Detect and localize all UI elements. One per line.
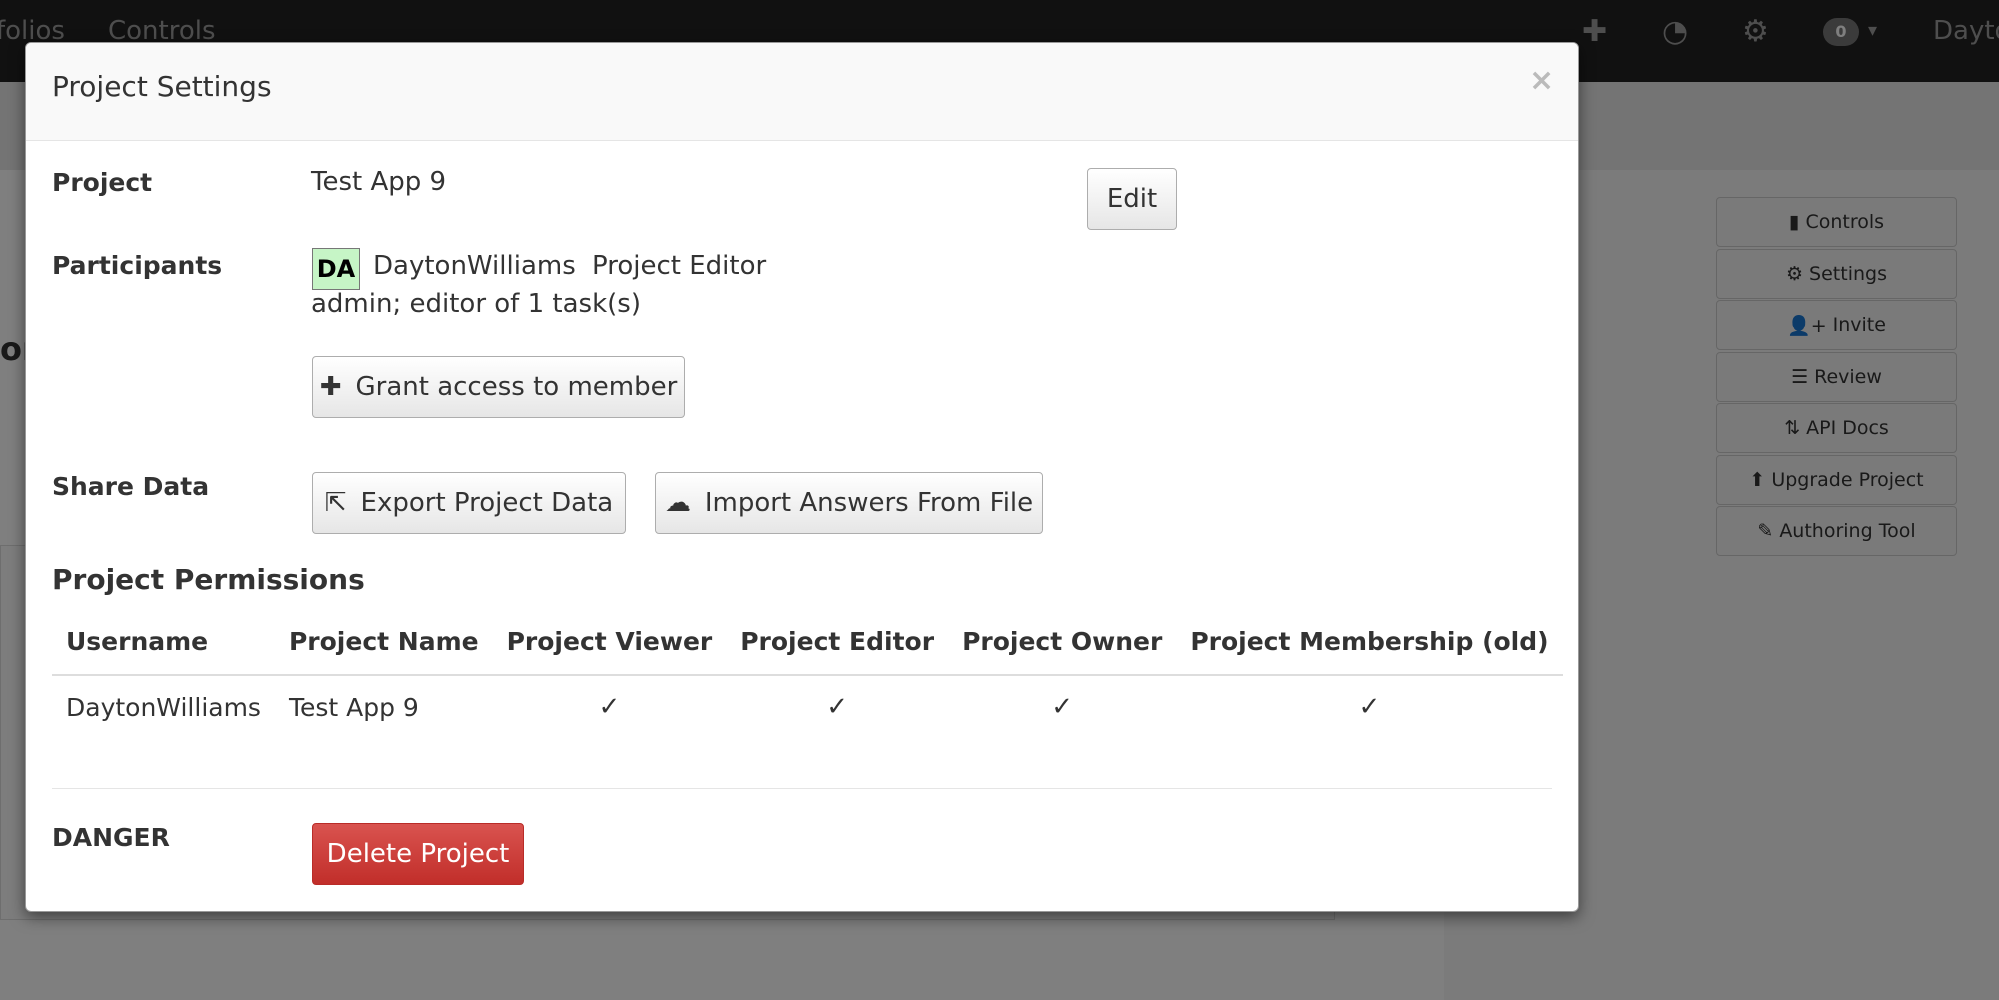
cloud-upload-icon: ☁: [664, 488, 691, 518]
avatar: DA: [312, 248, 360, 290]
modal-title: Project Settings: [52, 70, 272, 103]
check-icon: ✓: [598, 692, 621, 722]
project-label: Project: [52, 168, 153, 197]
check-icon: ✓: [1051, 692, 1074, 722]
permissions-heading: Project Permissions: [52, 563, 365, 596]
import-label: Import Answers From File: [704, 488, 1034, 518]
col-project-owner: Project Owner: [948, 613, 1177, 676]
close-icon[interactable]: ×: [1529, 63, 1554, 98]
participant-detail: admin; editor of 1 task(s): [311, 289, 641, 319]
grant-access-label: Grant access to member: [355, 372, 678, 402]
plus-icon: ✚: [319, 372, 342, 402]
table-header-row: Username Project Name Project Viewer Pro…: [52, 613, 1563, 676]
project-name: Test App 9: [311, 167, 447, 197]
import-answers-button[interactable]: ☁ Import Answers From File: [655, 472, 1043, 534]
cell-username: DaytonWilliams: [66, 692, 261, 722]
col-project-membership: Project Membership (old): [1176, 613, 1563, 676]
export-label: Export Project Data: [360, 488, 614, 518]
delete-project-button[interactable]: Delete Project: [312, 823, 524, 885]
export-project-data-button[interactable]: ⇱ Export Project Data: [312, 472, 626, 534]
edit-button[interactable]: Edit: [1087, 168, 1177, 230]
permissions-table: Username Project Name Project Viewer Pro…: [52, 613, 1563, 738]
check-icon: ✓: [1358, 692, 1381, 722]
check-icon: ✓: [826, 692, 849, 722]
col-project-viewer: Project Viewer: [492, 613, 727, 676]
delete-project-label: Delete Project: [326, 839, 510, 869]
danger-label: DANGER: [52, 823, 170, 852]
edit-button-label: Edit: [1106, 184, 1158, 214]
participants-label: Participants: [52, 251, 223, 280]
divider: [52, 788, 1552, 789]
table-row: DaytonWilliams Test App 9 ✓ ✓ ✓ ✓: [52, 675, 1563, 738]
col-project-name: Project Name: [274, 613, 493, 676]
col-project-editor: Project Editor: [726, 613, 949, 676]
modal-header: Project Settings ×: [26, 43, 1578, 141]
col-username: Username: [52, 613, 275, 676]
participant-username[interactable]: DaytonWilliams: [373, 251, 576, 281]
project-settings-modal: Project Settings × Project Test App 9 Ed…: [25, 42, 1579, 912]
share-data-label: Share Data: [52, 472, 210, 501]
grant-access-button[interactable]: ✚ Grant access to member: [312, 356, 685, 418]
cell-project-name: Test App 9: [288, 692, 419, 722]
participant-role: Project Editor: [592, 251, 767, 281]
share-icon: ⇱: [324, 488, 347, 518]
